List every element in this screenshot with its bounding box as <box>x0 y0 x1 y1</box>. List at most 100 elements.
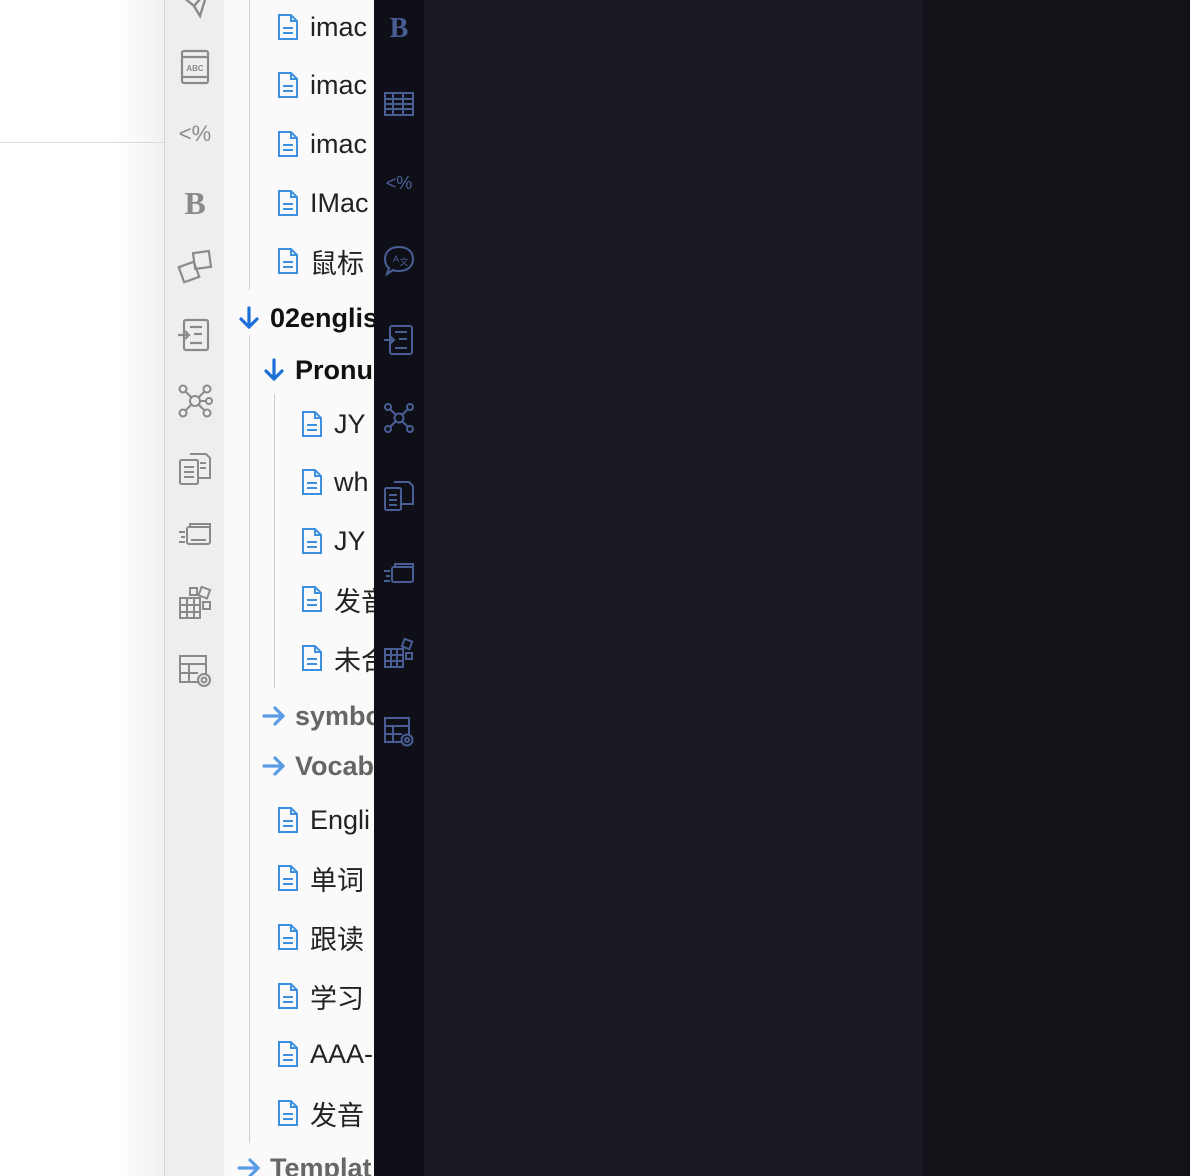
tree-folder-label: Pronu <box>295 354 373 385</box>
table-icon[interactable] <box>381 86 417 122</box>
document-icon <box>300 468 324 496</box>
tree-folder-label: Templat <box>270 1152 372 1176</box>
tree-item-doc[interactable]: 跟读 <box>276 917 364 957</box>
document-icon <box>276 982 300 1010</box>
svg-text:B: B <box>184 185 205 220</box>
light-icon-rail: ABC <% B <box>164 0 224 1176</box>
document-icon <box>276 189 300 217</box>
tree-item-doc[interactable]: imac <box>276 65 367 105</box>
left-divider <box>0 142 164 143</box>
document-icon <box>276 1040 300 1068</box>
svg-text:A: A <box>393 254 399 264</box>
tree-item-doc[interactable]: AAA- <box>276 1034 373 1074</box>
arrow-right-icon[interactable] <box>261 753 287 779</box>
svg-text:B: B <box>390 13 409 43</box>
bold-icon[interactable]: B <box>381 8 417 44</box>
tree-folder[interactable]: symbo <box>261 696 374 736</box>
cards-icon[interactable] <box>176 516 214 554</box>
shapes-icon[interactable] <box>176 248 214 286</box>
arrow-down-icon[interactable] <box>261 357 287 383</box>
import-icon[interactable] <box>381 322 417 358</box>
tree-guide-line <box>249 335 250 1143</box>
document-icon <box>276 806 300 834</box>
table-settings-icon[interactable] <box>176 652 214 690</box>
file-tree: imac imac imac IMac 鼠标 02englis Pronu JY… <box>224 0 374 1176</box>
tree-item-label: 鼠标 <box>310 248 364 279</box>
tree-item-label: wh <box>334 466 369 497</box>
tree-item-doc[interactable]: 鼠标 <box>276 241 364 281</box>
grid-shapes-icon[interactable] <box>176 584 214 622</box>
svg-text:<%: <% <box>386 173 413 193</box>
template-tag-icon[interactable]: <% <box>381 164 417 200</box>
document-icon <box>276 923 300 951</box>
document-icon <box>276 864 300 892</box>
document-icon <box>300 410 324 438</box>
tree-item-label: AAA- <box>310 1038 374 1069</box>
arrow-right-icon[interactable] <box>261 703 287 729</box>
graph-icon[interactable] <box>176 382 214 420</box>
tree-item-label: JY <box>334 408 366 439</box>
tree-folder-label: 02englis <box>270 302 374 333</box>
translate-icon[interactable]: A文 <box>381 242 417 278</box>
grid-shapes-icon[interactable] <box>381 636 417 672</box>
template-tag-icon[interactable]: <% <box>176 114 214 152</box>
tree-item-doc[interactable]: 学习 <box>276 976 364 1016</box>
tree-item-doc[interactable]: 未合 <box>300 638 374 678</box>
table-settings-icon[interactable] <box>381 714 417 750</box>
arrow-right-icon[interactable] <box>236 1155 262 1176</box>
tree-item-label: Engli <box>310 804 371 835</box>
send-icon[interactable] <box>176 0 214 24</box>
tree-guide-line <box>274 394 275 688</box>
spellcheck-icon[interactable]: ABC <box>176 48 214 86</box>
tree-folder-label: Vocab <box>295 750 374 781</box>
tree-item-doc[interactable]: 发音 <box>276 1093 364 1133</box>
bold-icon[interactable]: B <box>176 182 214 220</box>
tree-item-doc[interactable]: JY <box>300 521 366 561</box>
documents-icon[interactable] <box>381 478 417 514</box>
document-icon <box>300 644 324 672</box>
tree-item-label: 学习 <box>310 983 364 1014</box>
tree-folder[interactable]: 02englis <box>236 298 374 338</box>
tree-folder[interactable]: Vocab <box>261 746 374 786</box>
document-icon <box>276 130 300 158</box>
document-icon <box>300 585 324 613</box>
tree-item-doc[interactable]: imac <box>276 7 367 47</box>
editor-pane[interactable] <box>424 0 922 1176</box>
svg-text:文: 文 <box>399 256 408 268</box>
tree-item-doc[interactable]: Engli <box>276 800 370 840</box>
tree-item-label: imac <box>310 69 368 100</box>
cards-icon[interactable] <box>381 556 417 592</box>
right-pane <box>922 0 1190 1176</box>
tree-item-doc[interactable]: IMac <box>276 183 369 223</box>
document-icon <box>300 527 324 555</box>
svg-text:ABC: ABC <box>186 64 204 73</box>
tree-folder[interactable]: Pronu <box>261 350 373 390</box>
tree-item-doc[interactable]: 发音 <box>300 579 374 619</box>
tree-item-label: JY <box>334 525 366 556</box>
document-icon <box>276 71 300 99</box>
tree-item-doc[interactable]: 单词 <box>276 858 364 898</box>
tree-item-label: 跟读 <box>310 924 364 955</box>
document-icon <box>276 1099 300 1127</box>
import-icon[interactable] <box>176 316 214 354</box>
tree-item-label: 未合 <box>334 645 374 676</box>
tree-item-label: 发音 <box>310 1100 364 1131</box>
arrow-down-icon[interactable] <box>236 305 262 331</box>
tree-item-doc[interactable]: wh <box>300 462 369 502</box>
tree-item-doc[interactable]: JY <box>300 404 366 444</box>
graph-icon[interactable] <box>381 400 417 436</box>
tree-guide-line <box>249 0 250 290</box>
tree-item-label: IMac <box>310 187 369 218</box>
tree-item-label: imac <box>310 11 368 42</box>
dark-icon-rail: B <% A文 <box>374 0 424 1176</box>
tree-item-doc[interactable]: imac <box>276 124 367 164</box>
tree-folder-label: symbo <box>295 700 374 731</box>
tree-item-label: 发音 <box>334 586 374 617</box>
documents-icon[interactable] <box>176 450 214 488</box>
document-icon <box>276 247 300 275</box>
document-icon <box>276 13 300 41</box>
left-pane <box>0 0 164 1176</box>
tree-item-label: 单词 <box>310 865 364 896</box>
tree-folder[interactable]: Templat <box>236 1148 372 1176</box>
tree-item-label: imac <box>310 128 368 159</box>
